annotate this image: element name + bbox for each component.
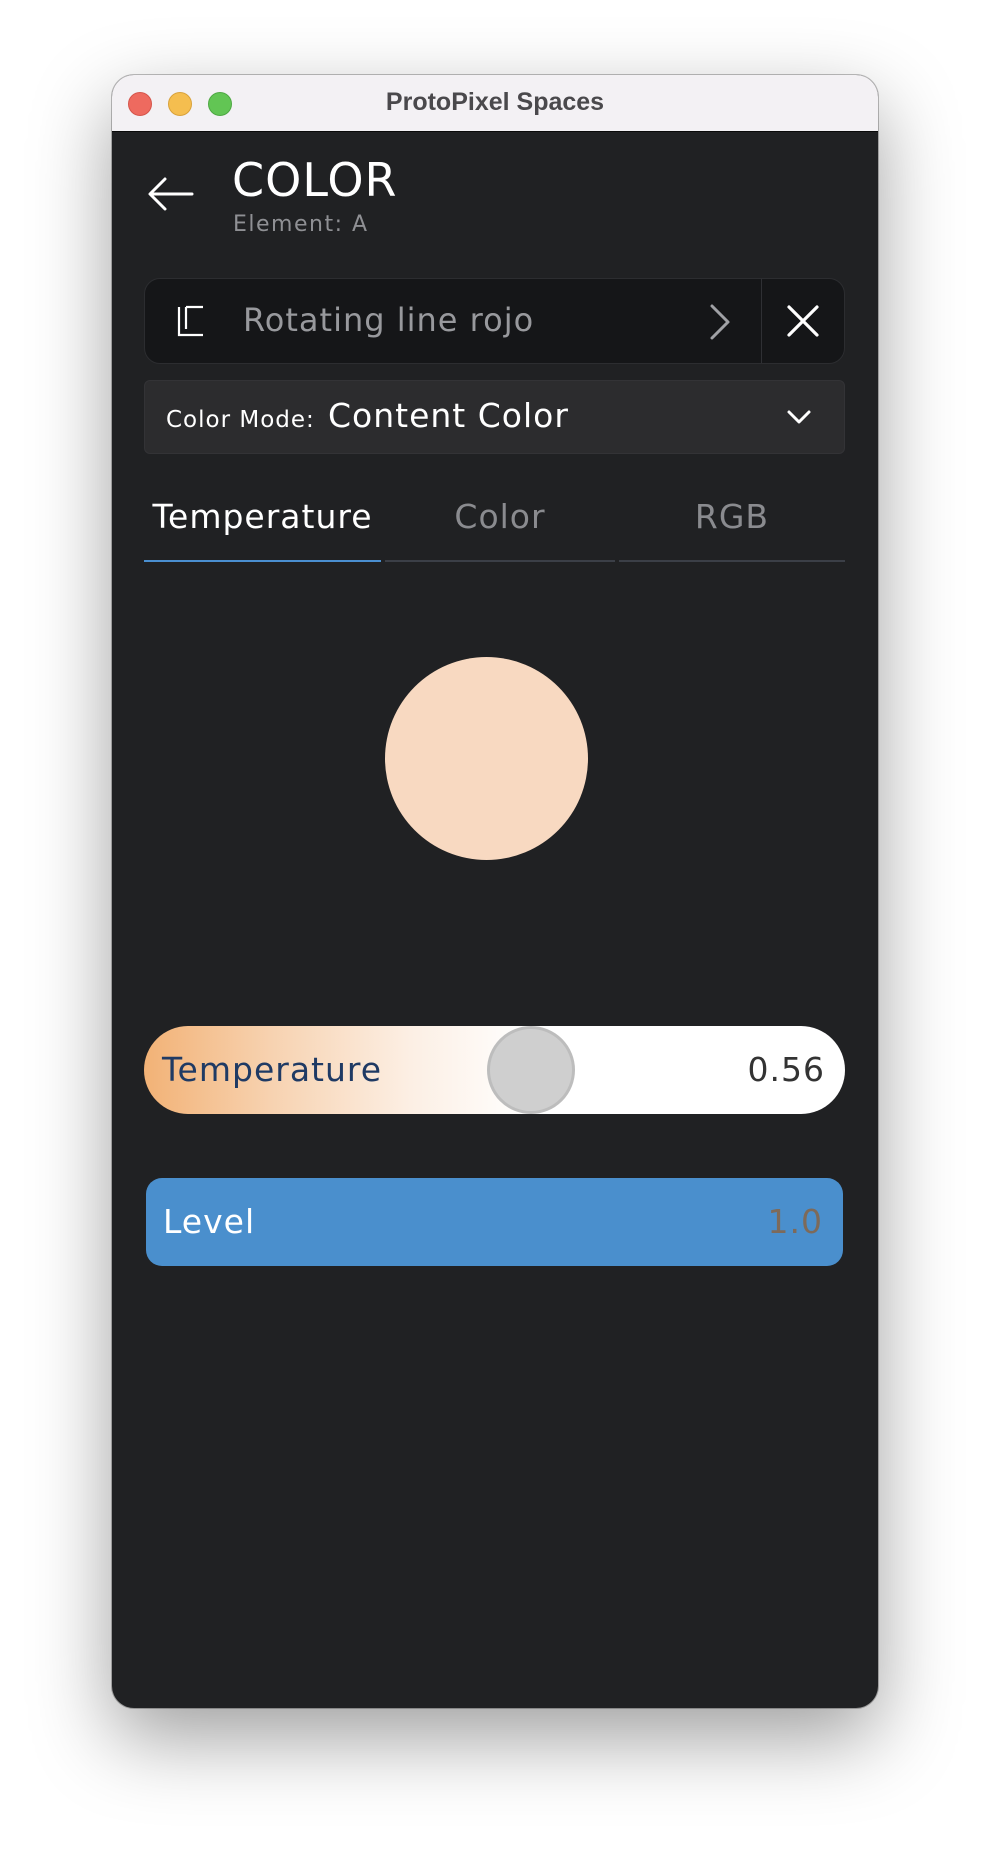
color-mode-label: Color Mode: (166, 407, 315, 433)
level-label: Level (163, 1202, 256, 1241)
temperature-label: Temperature (162, 1050, 383, 1089)
app-window: ProtoPixel Spaces COLOR Element: A Rotat… (112, 75, 878, 1708)
temperature-slider[interactable]: Temperature 0.56 (144, 1026, 845, 1114)
chevron-right-icon[interactable] (705, 301, 735, 343)
temperature-value: 0.56 (747, 1050, 825, 1089)
tab-label: Color (454, 497, 546, 536)
color-tabs: Temperature Color RGB (144, 477, 845, 562)
color-mode-value: Content Color (328, 396, 569, 435)
page-title: COLOR (232, 153, 398, 207)
arrow-left-icon (148, 177, 194, 211)
tab-label: RGB (694, 497, 770, 536)
content-selector[interactable]: Rotating line rojo (144, 278, 845, 364)
tab-rgb[interactable]: RGB (619, 477, 845, 562)
level-value: 1.0 (767, 1202, 823, 1241)
level-slider[interactable]: Level 1.0 (146, 1178, 843, 1266)
layout-frame-icon (177, 305, 203, 337)
temperature-slider-thumb[interactable] (487, 1026, 576, 1114)
tab-temperature[interactable]: Temperature (144, 477, 381, 562)
close-icon (787, 305, 819, 337)
tab-label: Temperature (152, 497, 373, 536)
color-preview-swatch (385, 657, 588, 860)
element-subtitle: Element: A (233, 212, 369, 237)
color-panel: COLOR Element: A Rotating line rojo Colo… (112, 132, 878, 1708)
tab-color[interactable]: Color (385, 477, 615, 562)
clear-content-button[interactable] (762, 279, 844, 363)
title-bar: ProtoPixel Spaces (112, 75, 878, 132)
window-title: ProtoPixel Spaces (385, 88, 605, 116)
back-button[interactable] (146, 174, 194, 214)
content-name: Rotating line rojo (243, 301, 535, 339)
chevron-down-icon (787, 410, 811, 424)
color-mode-dropdown[interactable]: Color Mode: Content Color (144, 380, 845, 454)
